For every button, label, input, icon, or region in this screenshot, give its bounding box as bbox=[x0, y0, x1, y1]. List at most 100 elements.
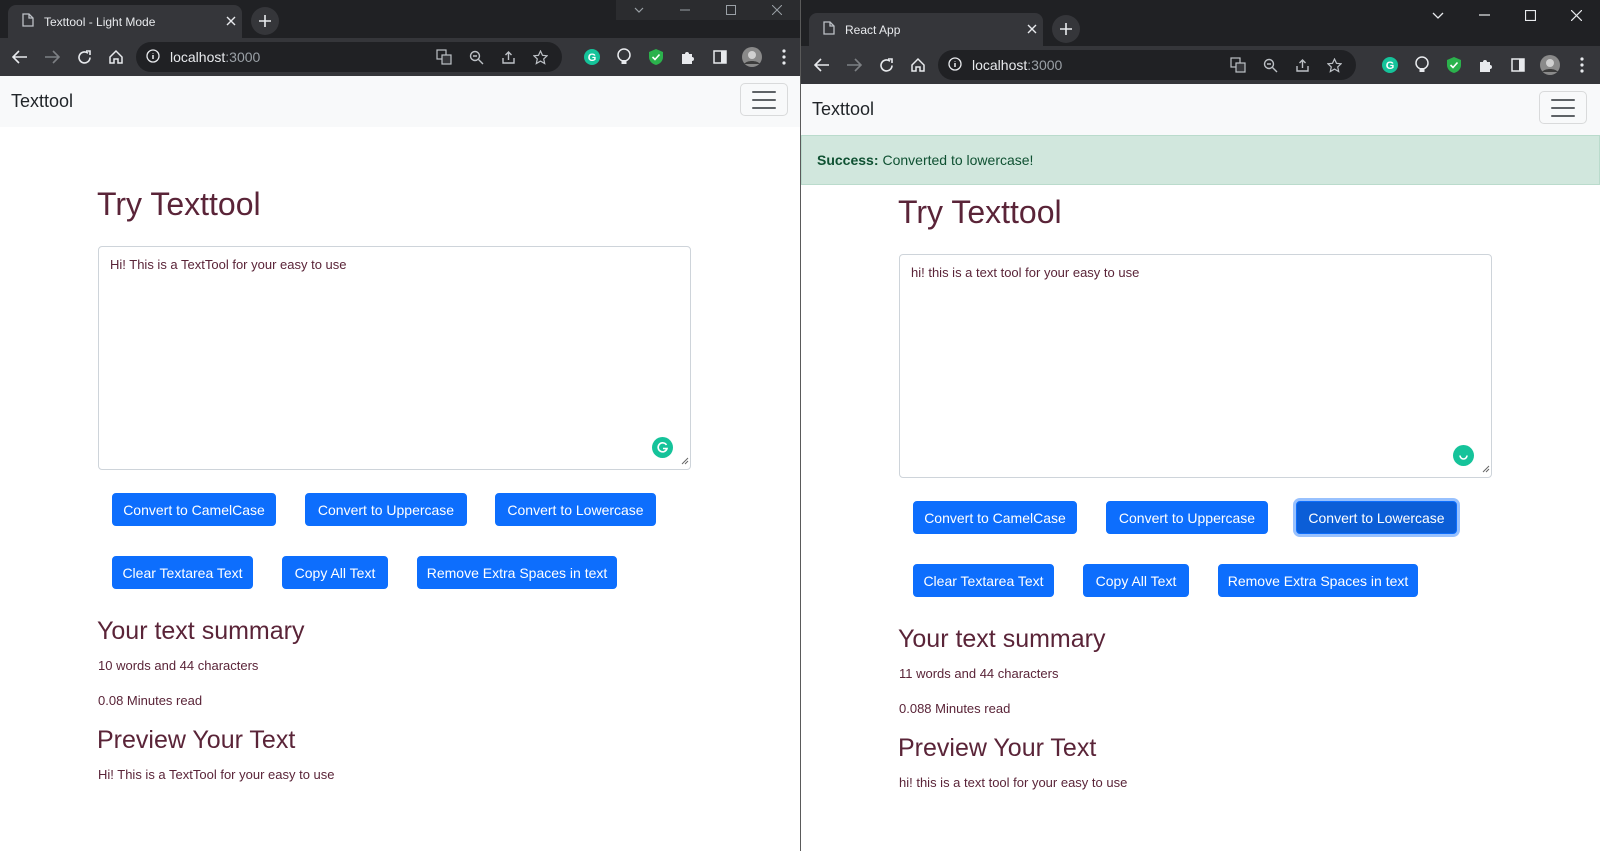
grammarly-icon[interactable] bbox=[1453, 445, 1474, 466]
close-icon[interactable] bbox=[1553, 0, 1599, 30]
tab-title: React App bbox=[845, 22, 901, 37]
svg-text:G: G bbox=[1386, 60, 1395, 72]
grammarly-icon[interactable]: G bbox=[576, 41, 608, 73]
navbar-brand[interactable]: Texttool bbox=[812, 99, 874, 120]
text-input-area[interactable]: Hi! This is a TextTool for your easy to … bbox=[98, 246, 691, 470]
puzzle-icon[interactable] bbox=[672, 41, 704, 73]
browser-window-left: Texttool - Light Mode localhost:3000 G T… bbox=[0, 0, 800, 851]
chevron-down-icon[interactable] bbox=[1415, 0, 1461, 30]
summary-read-time: 0.08 Minutes read bbox=[98, 693, 203, 708]
zoom-icon[interactable] bbox=[1254, 49, 1286, 81]
tab-strip: React App bbox=[801, 0, 1600, 46]
forward-arrow-icon[interactable] bbox=[838, 49, 870, 81]
navbar-brand[interactable]: Texttool bbox=[11, 91, 73, 112]
hamburger-icon[interactable] bbox=[740, 83, 788, 116]
lightbulb-icon[interactable] bbox=[608, 41, 640, 73]
clear-text-button[interactable]: Clear Textarea Text bbox=[112, 556, 253, 589]
translate-icon[interactable] bbox=[428, 41, 460, 73]
navbar: Texttool bbox=[801, 84, 1600, 135]
window-controls bbox=[616, 0, 800, 20]
star-icon[interactable] bbox=[524, 41, 556, 73]
plus-icon bbox=[259, 15, 271, 27]
page-content: Texttool Success: Converted to lowercase… bbox=[801, 84, 1600, 851]
close-icon[interactable] bbox=[754, 0, 800, 20]
convert-camelcase-button[interactable]: Convert to CamelCase bbox=[913, 501, 1077, 534]
profile-avatar[interactable] bbox=[736, 41, 768, 73]
convert-uppercase-button[interactable]: Convert to Uppercase bbox=[305, 493, 467, 526]
share-icon[interactable] bbox=[1286, 49, 1318, 81]
summary-counts: 11 words and 44 characters bbox=[899, 666, 1059, 681]
forward-arrow-icon[interactable] bbox=[36, 41, 68, 73]
tab-active[interactable]: React App bbox=[809, 13, 1043, 46]
close-icon[interactable] bbox=[1027, 23, 1037, 37]
back-arrow-icon[interactable] bbox=[806, 49, 838, 81]
navbar: Texttool bbox=[0, 76, 800, 127]
share-icon[interactable] bbox=[492, 41, 524, 73]
shield-icon[interactable] bbox=[1438, 49, 1470, 81]
browser-window-right: React App localhost:3000 G Texttool Succ… bbox=[800, 0, 1600, 851]
window-controls bbox=[1415, 0, 1600, 30]
sidepanel-icon[interactable] bbox=[1502, 49, 1534, 81]
new-tab-button[interactable] bbox=[1052, 15, 1080, 43]
page-icon bbox=[823, 21, 835, 38]
chevron-down-icon[interactable] bbox=[616, 0, 662, 20]
profile-avatar[interactable] bbox=[1534, 49, 1566, 81]
info-icon[interactable] bbox=[948, 56, 962, 74]
copy-text-button[interactable]: Copy All Text bbox=[282, 556, 388, 589]
convert-uppercase-button[interactable]: Convert to Uppercase bbox=[1106, 501, 1268, 534]
kebab-menu-icon[interactable] bbox=[768, 41, 800, 73]
address-bar[interactable]: localhost:3000 bbox=[136, 42, 562, 72]
home-icon[interactable] bbox=[902, 49, 934, 81]
preview-heading: Preview Your Text bbox=[97, 726, 296, 754]
tab-active[interactable]: Texttool - Light Mode bbox=[8, 5, 242, 38]
kebab-menu-icon[interactable] bbox=[1566, 49, 1598, 81]
grammarly-icon[interactable]: G bbox=[1374, 49, 1406, 81]
minimize-icon[interactable] bbox=[662, 0, 708, 20]
home-icon[interactable] bbox=[100, 41, 132, 73]
textarea-value: hi! this is a text tool for your easy to… bbox=[911, 265, 1140, 280]
reload-icon[interactable] bbox=[870, 49, 902, 81]
preview-text: hi! this is a text tool for your easy to… bbox=[899, 775, 1128, 790]
page-content: Texttool Try Texttool Hi! This is a Text… bbox=[0, 76, 800, 851]
maximize-icon[interactable] bbox=[708, 0, 754, 20]
convert-lowercase-button[interactable]: Convert to Lowercase bbox=[1296, 501, 1457, 534]
lightbulb-icon[interactable] bbox=[1406, 49, 1438, 81]
alert-strong: Success: bbox=[817, 152, 879, 168]
resize-handle[interactable] bbox=[680, 453, 689, 468]
resize-handle[interactable] bbox=[1481, 461, 1490, 476]
maximize-icon[interactable] bbox=[1507, 0, 1553, 30]
text-input-area[interactable]: hi! this is a text tool for your easy to… bbox=[899, 254, 1492, 478]
browser-toolbar: localhost:3000 G bbox=[801, 46, 1600, 84]
grammarly-icon[interactable] bbox=[652, 437, 673, 458]
summary-heading: Your text summary bbox=[898, 625, 1106, 653]
translate-icon[interactable] bbox=[1222, 49, 1254, 81]
url-text: localhost:3000 bbox=[170, 49, 261, 65]
page-title: Try Texttool bbox=[898, 194, 1062, 230]
address-bar[interactable]: localhost:3000 bbox=[938, 50, 1356, 80]
summary-heading: Your text summary bbox=[97, 617, 305, 645]
copy-text-button[interactable]: Copy All Text bbox=[1083, 564, 1189, 597]
remove-spaces-button[interactable]: Remove Extra Spaces in text bbox=[417, 556, 617, 589]
reload-icon[interactable] bbox=[68, 41, 100, 73]
star-icon[interactable] bbox=[1318, 49, 1350, 81]
convert-camelcase-button[interactable]: Convert to CamelCase bbox=[112, 493, 276, 526]
remove-spaces-button[interactable]: Remove Extra Spaces in text bbox=[1218, 564, 1418, 597]
success-alert: Success: Converted to lowercase! bbox=[801, 135, 1600, 185]
puzzle-icon[interactable] bbox=[1470, 49, 1502, 81]
zoom-icon[interactable] bbox=[460, 41, 492, 73]
browser-toolbar: localhost:3000 G bbox=[0, 38, 800, 76]
summary-read-time: 0.088 Minutes read bbox=[899, 701, 1011, 716]
plus-icon bbox=[1060, 23, 1072, 35]
minimize-icon[interactable] bbox=[1461, 0, 1507, 30]
back-arrow-icon[interactable] bbox=[4, 41, 36, 73]
clear-text-button[interactable]: Clear Textarea Text bbox=[913, 564, 1054, 597]
page-icon bbox=[22, 13, 34, 30]
convert-lowercase-button[interactable]: Convert to Lowercase bbox=[495, 493, 656, 526]
new-tab-button[interactable] bbox=[251, 7, 279, 35]
sidepanel-icon[interactable] bbox=[704, 41, 736, 73]
shield-icon[interactable] bbox=[640, 41, 672, 73]
info-icon[interactable] bbox=[146, 48, 160, 66]
page-title: Try Texttool bbox=[97, 186, 261, 222]
hamburger-icon[interactable] bbox=[1539, 91, 1587, 124]
close-icon[interactable] bbox=[226, 15, 236, 29]
